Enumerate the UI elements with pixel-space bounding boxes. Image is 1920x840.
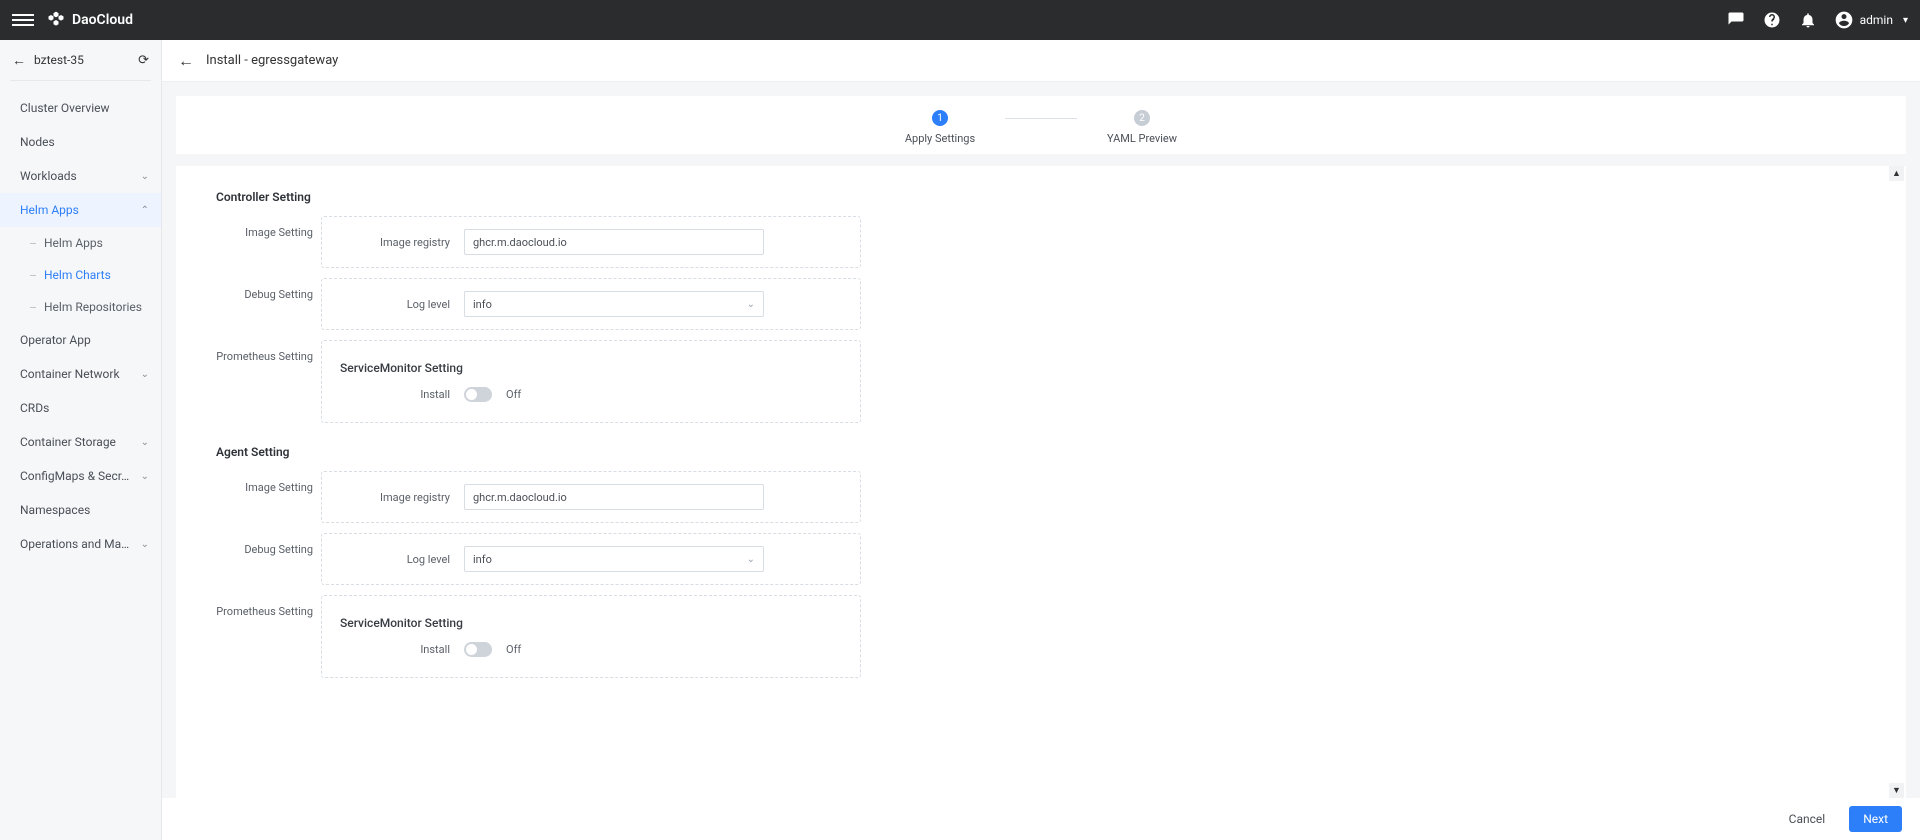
form-card: ▲ ▼ Controller Setting Image Setting Ima… xyxy=(176,166,1906,798)
fieldset-controller-debug: Log level info ⌄ xyxy=(321,278,861,330)
fieldset-agent-image: Image registry xyxy=(321,471,861,523)
footer-actions: Cancel Next xyxy=(162,798,1920,840)
field-label: Image registry xyxy=(340,236,450,249)
step-number: 1 xyxy=(932,110,948,126)
chevron-down-icon: ⌄ xyxy=(747,554,755,565)
chevron-up-icon: ⌃ xyxy=(141,205,149,216)
context-name: bztest-35 xyxy=(34,53,84,67)
help-icon[interactable] xyxy=(1762,10,1782,30)
brand: DaoCloud xyxy=(46,10,133,30)
top-bar: DaoCloud admin ▾ xyxy=(0,0,1920,40)
row-label: Prometheus Setting xyxy=(216,595,321,618)
form-scroll[interactable]: Controller Setting Image Setting Image r… xyxy=(176,166,1906,798)
context-switcher[interactable]: ← bztest-35 ⟳ xyxy=(0,40,161,80)
field-label: Image registry xyxy=(340,491,450,504)
chevron-down-icon: ▾ xyxy=(1903,15,1908,26)
input-controller-image-registry[interactable] xyxy=(464,229,764,255)
sidebar-item-container-storage[interactable]: Container Storage⌄ xyxy=(0,425,161,459)
main-column: ← Install - egressgateway 1 Apply Settin… xyxy=(162,40,1920,840)
stepper-card: 1 Apply Settings 2 YAML Preview xyxy=(176,96,1906,154)
step-connector xyxy=(1005,118,1077,119)
step-apply-settings[interactable]: 1 Apply Settings xyxy=(875,110,1005,145)
field-label: Log level xyxy=(340,553,450,566)
sidebar-item-crds[interactable]: CRDs xyxy=(0,391,161,425)
page-header: ← Install - egressgateway xyxy=(162,40,1920,82)
fieldset-agent-prometheus: ServiceMonitor Setting Install Off xyxy=(321,595,861,678)
chevron-down-icon: ⌄ xyxy=(141,539,149,550)
step-label: YAML Preview xyxy=(1107,132,1177,145)
row-label: Prometheus Setting xyxy=(216,340,321,363)
bell-icon[interactable] xyxy=(1798,10,1818,30)
fieldset-controller-image: Image registry xyxy=(321,216,861,268)
sidebar-item-cluster-overview[interactable]: Cluster Overview xyxy=(0,91,161,125)
input-agent-image-registry[interactable] xyxy=(464,484,764,510)
hamburger-menu-icon[interactable] xyxy=(12,9,34,31)
page-back-icon[interactable]: ← xyxy=(178,51,194,71)
context-back-icon[interactable]: ← xyxy=(12,52,26,69)
content-area: 1 Apply Settings 2 YAML Preview ▲ ▼ Cont… xyxy=(162,82,1920,798)
sidebar-item-container-network[interactable]: Container Network⌄ xyxy=(0,357,161,391)
toggle-controller-servicemonitor-install[interactable] xyxy=(464,387,492,402)
toggle-state: Off xyxy=(506,643,521,656)
next-button[interactable]: Next xyxy=(1849,806,1902,832)
user-name: admin xyxy=(1860,13,1893,27)
chevron-down-icon: ⌄ xyxy=(141,171,149,182)
sync-icon[interactable]: ⟳ xyxy=(138,53,149,68)
row-agent-image: Image Setting Image registry xyxy=(216,471,1866,523)
sidebar: ← bztest-35 ⟳ Cluster Overview Nodes Wor… xyxy=(0,40,162,840)
toggle-label: Install xyxy=(340,388,450,401)
row-label: Debug Setting xyxy=(216,278,321,301)
chevron-down-icon: ⌄ xyxy=(747,299,755,310)
step-label: Apply Settings xyxy=(905,132,975,145)
sidebar-item-nodes[interactable]: Nodes xyxy=(0,125,161,159)
toggle-agent-servicemonitor-install[interactable] xyxy=(464,642,492,657)
toggle-label: Install xyxy=(340,643,450,656)
field-label: Log level xyxy=(340,298,450,311)
select-controller-log-level[interactable]: info ⌄ xyxy=(464,291,764,317)
sub-section-title: ServiceMonitor Setting xyxy=(340,616,842,630)
sidebar-sub-helm-repositories[interactable]: Helm Repositories xyxy=(0,291,161,323)
fieldset-agent-debug: Log level info ⌄ xyxy=(321,533,861,585)
select-agent-log-level[interactable]: info ⌄ xyxy=(464,546,764,572)
row-controller-prometheus: Prometheus Setting ServiceMonitor Settin… xyxy=(216,340,1866,423)
chevron-down-icon: ⌄ xyxy=(141,471,149,482)
sidebar-item-operations[interactable]: Operations and Ma…⌄ xyxy=(0,527,161,561)
sub-section-title: ServiceMonitor Setting xyxy=(340,361,842,375)
avatar-icon xyxy=(1834,10,1854,30)
step-yaml-preview[interactable]: 2 YAML Preview xyxy=(1077,110,1207,145)
select-value: info xyxy=(473,298,492,311)
section-title-agent: Agent Setting xyxy=(216,445,1866,459)
sidebar-sub-helm-charts[interactable]: Helm Charts xyxy=(0,259,161,291)
page-title: Install - egressgateway xyxy=(206,53,338,68)
logo-icon xyxy=(46,10,66,30)
step-number: 2 xyxy=(1134,110,1150,126)
section-title-controller: Controller Setting xyxy=(216,190,1866,204)
sidebar-item-workloads[interactable]: Workloads⌄ xyxy=(0,159,161,193)
sidebar-nav: Cluster Overview Nodes Workloads⌄ Helm A… xyxy=(0,87,161,840)
chevron-down-icon: ⌄ xyxy=(141,369,149,380)
chevron-down-icon: ⌄ xyxy=(141,437,149,448)
row-agent-debug: Debug Setting Log level info ⌄ xyxy=(216,533,1866,585)
select-value: info xyxy=(473,553,492,566)
row-controller-debug: Debug Setting Log level info ⌄ xyxy=(216,278,1866,330)
cancel-button[interactable]: Cancel xyxy=(1775,806,1840,832)
row-label: Debug Setting xyxy=(216,533,321,556)
row-label: Image Setting xyxy=(216,216,321,239)
toggle-state: Off xyxy=(506,388,521,401)
divider xyxy=(10,80,151,81)
fieldset-controller-prometheus: ServiceMonitor Setting Install Off xyxy=(321,340,861,423)
sidebar-item-configmaps-secrets[interactable]: ConfigMaps & Secr…⌄ xyxy=(0,459,161,493)
message-icon[interactable] xyxy=(1726,10,1746,30)
row-label: Image Setting xyxy=(216,471,321,494)
user-menu[interactable]: admin ▾ xyxy=(1834,10,1908,30)
row-agent-prometheus: Prometheus Setting ServiceMonitor Settin… xyxy=(216,595,1866,678)
sidebar-item-helm-apps[interactable]: Helm Apps⌃ xyxy=(0,193,161,227)
sidebar-sub-helm-apps[interactable]: Helm Apps xyxy=(0,227,161,259)
stepper: 1 Apply Settings 2 YAML Preview xyxy=(875,110,1207,145)
sidebar-item-operator-app[interactable]: Operator App xyxy=(0,323,161,357)
brand-text: DaoCloud xyxy=(72,12,133,28)
sidebar-item-namespaces[interactable]: Namespaces xyxy=(0,493,161,527)
row-controller-image: Image Setting Image registry xyxy=(216,216,1866,268)
